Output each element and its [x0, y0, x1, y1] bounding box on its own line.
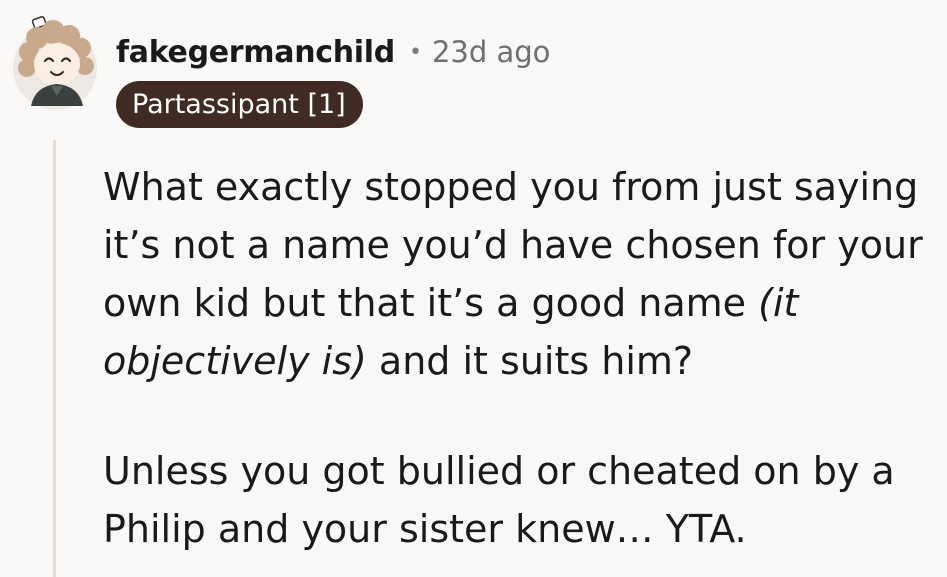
timestamp-link[interactable]: 23d ago	[432, 35, 550, 69]
comment: fakegermanchild • 23d ago Partassipant […	[0, 0, 947, 577]
comment-text-segment: and it suits him?	[366, 339, 694, 383]
comment-paragraph-1: What exactly stopped you from just sayin…	[103, 158, 928, 390]
user-flair: Partassipant [1]	[116, 81, 363, 128]
comment-header: fakegermanchild • 23d ago	[116, 30, 550, 74]
meta-separator: •	[408, 39, 422, 65]
thread-collapse-line[interactable]	[53, 140, 56, 577]
comment-paragraph-2: Unless you got bullied or cheated on by …	[103, 449, 895, 551]
avatar-icon[interactable]	[11, 14, 99, 110]
username-link[interactable]: fakegermanchild	[116, 35, 395, 70]
comment-text-segment: What exactly stopped you from just sayin…	[103, 165, 923, 325]
comment-body: What exactly stopped you from just sayin…	[103, 158, 928, 558]
